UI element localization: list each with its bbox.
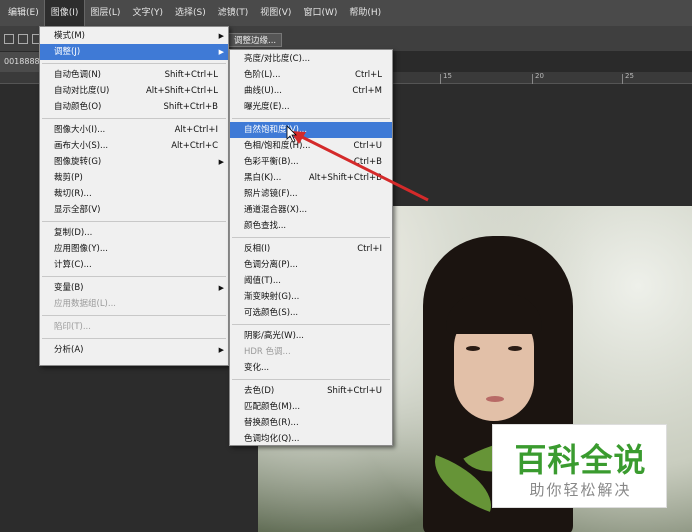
- watermark-logo: 百科全说 助你轻松解决: [492, 424, 667, 508]
- photoshop-window: 编辑(E) 图像(I) 图层(L) 文字(Y) 选择(S) 滤镜(T) 视图(V…: [0, 0, 692, 532]
- arrow-shaft: [295, 132, 429, 202]
- watermark-subtitle: 助你轻松解决: [529, 481, 632, 499]
- mouse-cursor-icon: [286, 125, 297, 143]
- watermark-title: 百科全说: [514, 441, 647, 479]
